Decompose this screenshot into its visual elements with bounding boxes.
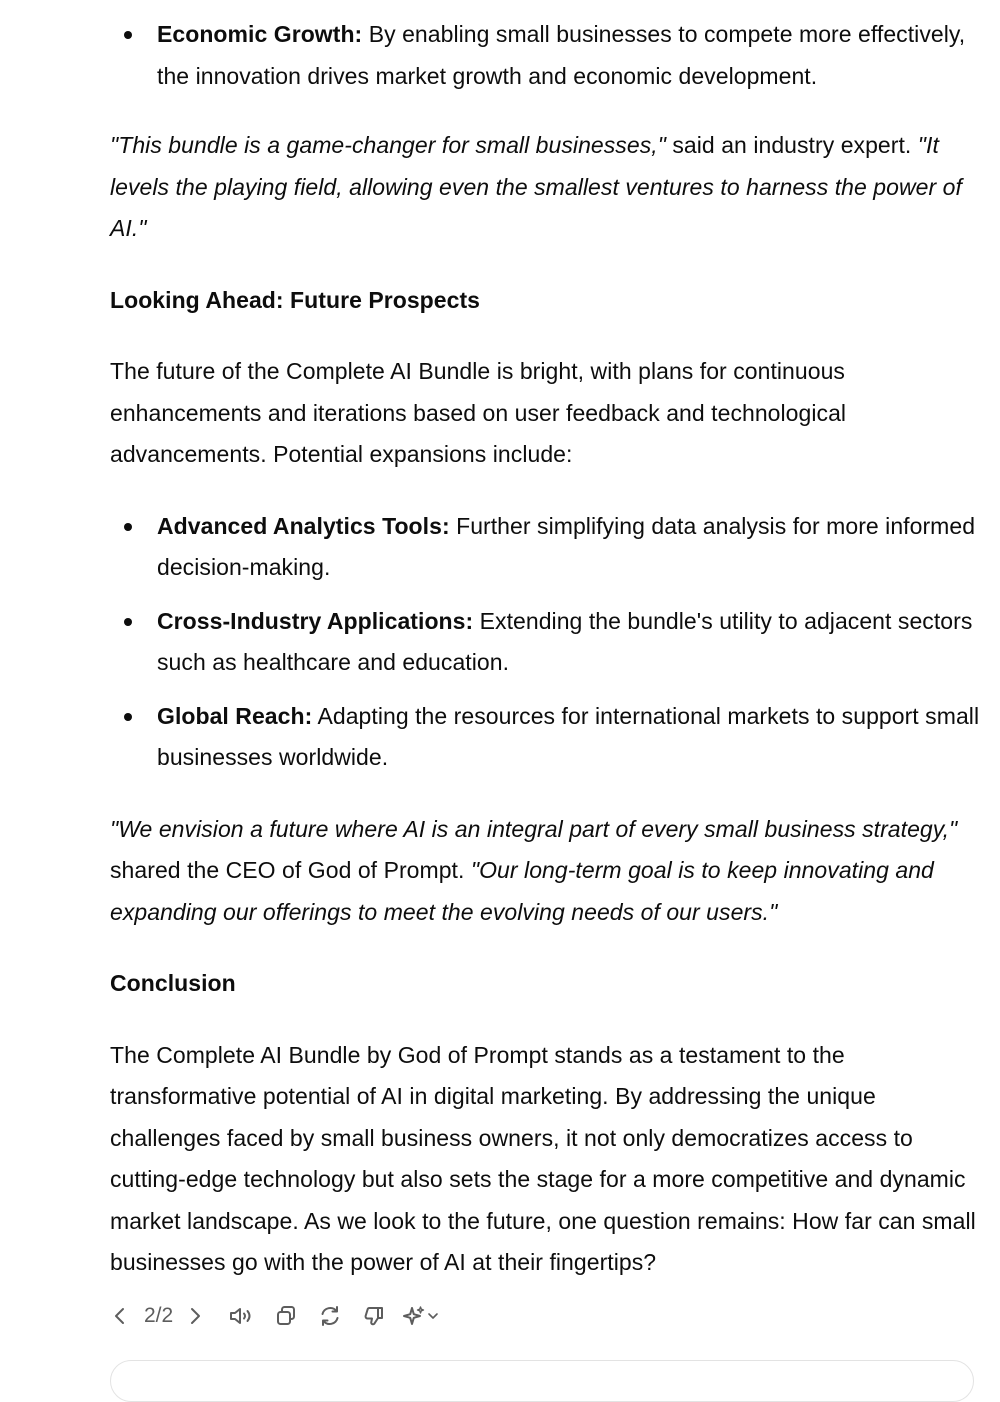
- quote-attribution: said an industry expert.: [665, 132, 918, 158]
- assistant-message: Economic Growth: By enabling small busin…: [110, 0, 982, 1284]
- bullet-list-benefits: Economic Growth: By enabling small busin…: [110, 14, 982, 97]
- model-switch-button[interactable]: [401, 1298, 441, 1334]
- bullet-label: Global Reach:: [157, 702, 313, 729]
- chevron-right-icon: [191, 1308, 201, 1324]
- response-pager: 2/2: [144, 1304, 174, 1327]
- bullet-list-prospects: Advanced Analytics Tools: Further simpli…: [110, 506, 982, 779]
- bad-response-button[interactable]: [357, 1298, 391, 1334]
- message-action-bar: 2/2: [110, 1296, 441, 1336]
- quote-italic: "We envision a future where AI is an int…: [110, 815, 958, 842]
- refresh-icon: [321, 1306, 339, 1326]
- bullet-label: Economic Growth:: [157, 21, 363, 47]
- next-response-button[interactable]: [185, 1298, 205, 1334]
- quote-attribution: shared the CEO of God of Prompt.: [110, 857, 471, 883]
- previous-response-button[interactable]: [110, 1298, 130, 1334]
- regenerate-button[interactable]: [313, 1298, 347, 1334]
- list-item: Advanced Analytics Tools: Further simpli…: [110, 506, 982, 589]
- chevron-down-icon: [428, 1313, 439, 1319]
- bullet-label: Cross-Industry Applications:: [157, 607, 474, 634]
- speaker-icon: [230, 1308, 251, 1324]
- future-paragraph: The future of the Complete AI Bundle is …: [110, 358, 847, 467]
- section-heading-conclusion: Conclusion: [110, 970, 236, 996]
- ceo-quote-paragraph: "We envision a future where AI is an int…: [110, 809, 982, 934]
- copy-button[interactable]: [269, 1298, 303, 1334]
- quote-italic: "This bundle is a game-changer for small…: [110, 132, 666, 158]
- bullet-label: Advanced Analytics Tools:: [157, 512, 450, 539]
- expert-quote-paragraph: "This bundle is a game-changer for small…: [110, 125, 982, 250]
- thumbs-down-icon: [364, 1307, 384, 1326]
- copy-icon: [277, 1306, 296, 1325]
- list-item: Cross-Industry Applications: Extending t…: [110, 601, 982, 684]
- read-aloud-button[interactable]: [225, 1298, 259, 1334]
- conclusion-paragraph: The Complete AI Bundle by God of Prompt …: [110, 1041, 976, 1276]
- list-item: Economic Growth: By enabling small busin…: [110, 14, 982, 97]
- list-item: Global Reach: Adapting the resources for…: [110, 696, 982, 779]
- chevron-left-icon: [115, 1308, 124, 1324]
- section-heading-future: Looking Ahead: Future Prospects: [110, 286, 481, 313]
- sparkle-icon: [403, 1306, 425, 1325]
- message-composer[interactable]: [110, 1360, 974, 1402]
